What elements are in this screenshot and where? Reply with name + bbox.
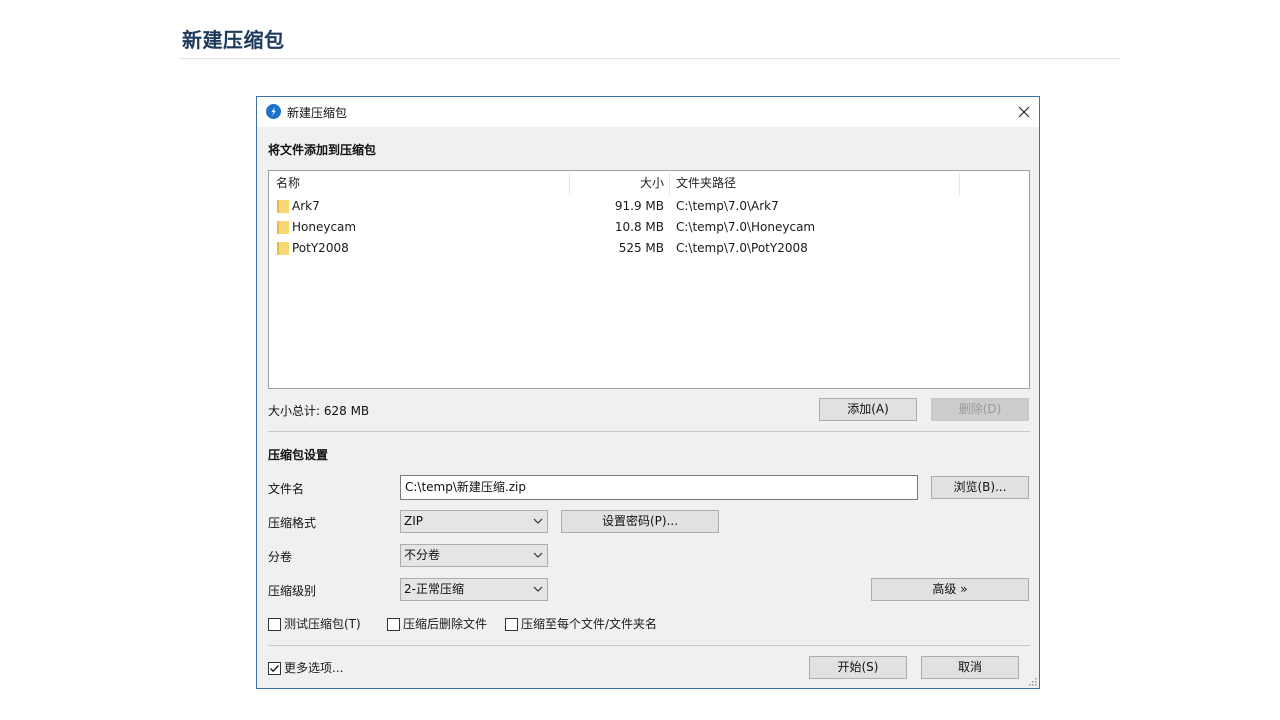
checkmark-icon <box>270 665 279 673</box>
resize-grip-icon[interactable] <box>1028 677 1038 687</box>
level-select[interactable]: 2-正常压缩 <box>400 578 548 601</box>
column-separator[interactable] <box>669 173 670 195</box>
chevron-down-icon <box>533 586 543 592</box>
checkbox-box[interactable] <box>268 618 281 631</box>
filename-input[interactable]: C:\temp\新建压缩.zip <box>400 475 918 500</box>
folder-icon <box>277 242 289 255</box>
set-password-button[interactable]: 设置密码(P)... <box>561 510 719 533</box>
section-divider <box>268 645 1030 646</box>
column-header-name[interactable]: 名称 <box>276 171 300 195</box>
total-size-label: 大小总计: 628 MB <box>268 404 370 418</box>
add-button[interactable]: 添加(A) <box>819 398 917 421</box>
format-select[interactable]: ZIP <box>400 510 548 533</box>
cancel-button[interactable]: 取消 <box>921 656 1019 679</box>
filename-label: 文件名 <box>268 482 305 496</box>
file-name: PotY2008 <box>292 241 349 255</box>
checkbox-label: 更多选项... <box>284 661 344 675</box>
checkbox-label: 测试压缩包(T) <box>284 617 361 631</box>
dialog-title: 新建压缩包 <box>287 106 348 120</box>
file-size: 525 MB <box>618 241 664 255</box>
column-separator[interactable] <box>959 173 960 195</box>
column-header-size[interactable]: 大小 <box>569 171 664 195</box>
archive-settings-heading: 压缩包设置 <box>268 448 329 462</box>
list-item[interactable]: Honeycam 10.8 MB C:\temp\7.0\Honeycam <box>269 217 1029 238</box>
checkbox-label: 压缩后删除文件 <box>403 617 488 631</box>
chevron-down-icon <box>533 552 543 558</box>
file-path: C:\temp\7.0\Honeycam <box>676 220 816 234</box>
advanced-button[interactable]: 高级 » <box>871 578 1029 601</box>
browse-button[interactable]: 浏览(B)... <box>931 476 1029 499</box>
checkbox-box[interactable] <box>268 662 281 675</box>
level-select-value: 2-正常压缩 <box>404 582 464 596</box>
page-title: 新建压缩包 <box>182 28 285 52</box>
start-button[interactable]: 开始(S) <box>809 656 907 679</box>
list-item[interactable]: PotY2008 525 MB C:\temp\7.0\PotY2008 <box>269 238 1029 259</box>
title-divider <box>179 58 1120 59</box>
chevron-down-icon <box>533 518 543 524</box>
format-label: 压缩格式 <box>268 516 317 530</box>
split-select-value: 不分卷 <box>404 548 441 562</box>
checkbox-box[interactable] <box>387 618 400 631</box>
file-size: 91.9 MB <box>614 199 664 213</box>
file-path: C:\temp\7.0\Ark7 <box>676 199 779 213</box>
dialog-titlebar[interactable]: 新建压缩包 <box>257 97 1039 127</box>
column-header-path[interactable]: 文件夹路径 <box>676 171 736 195</box>
section-divider <box>268 431 1030 432</box>
file-size: 10.8 MB <box>614 220 664 234</box>
file-name: Honeycam <box>292 220 357 234</box>
list-item[interactable]: Ark7 91.9 MB C:\temp\7.0\Ark7 <box>269 196 1029 217</box>
level-label: 压缩级别 <box>268 584 317 598</box>
delete-button[interactable]: 删除(D) <box>931 398 1029 421</box>
folder-icon <box>277 200 289 213</box>
close-icon[interactable] <box>1009 97 1039 127</box>
format-select-value: ZIP <box>404 514 423 528</box>
file-name: Ark7 <box>292 199 320 213</box>
file-list[interactable]: 名称 大小 文件夹路径 Ark7 91.9 MB C:\temp\7.0\Ark… <box>268 170 1030 389</box>
checkbox-box[interactable] <box>505 618 518 631</box>
bandizip-app-icon <box>266 104 281 119</box>
file-path: C:\temp\7.0\PotY2008 <box>676 241 808 255</box>
checkbox-label: 压缩至每个文件/文件夹名 <box>521 617 658 631</box>
add-files-heading: 将文件添加到压缩包 <box>268 143 377 157</box>
folder-icon <box>277 221 289 234</box>
split-label: 分卷 <box>268 550 293 564</box>
new-archive-dialog: 新建压缩包 将文件添加到压缩包 名称 大小 文件夹路径 Ark7 91.9 MB… <box>256 96 1040 689</box>
split-select[interactable]: 不分卷 <box>400 544 548 567</box>
